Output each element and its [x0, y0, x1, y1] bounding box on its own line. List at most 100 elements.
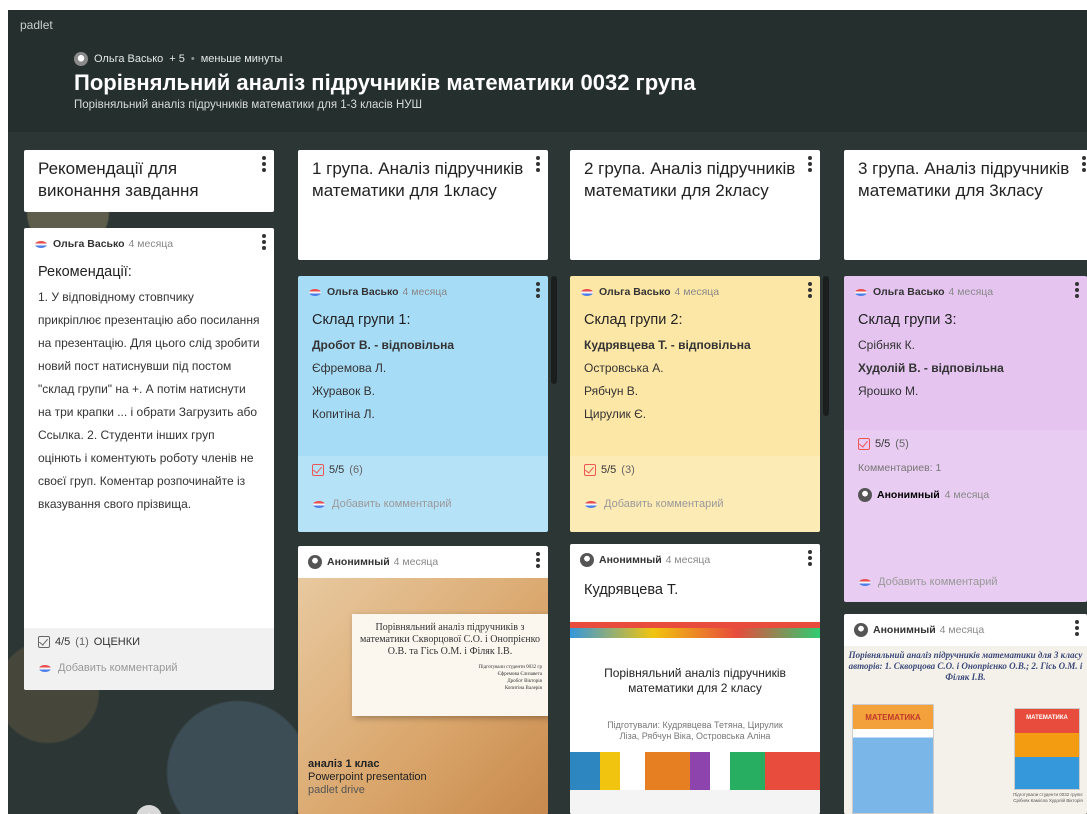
member-name: Цирулик Є. [584, 407, 647, 421]
column-header[interactable]: 3 група. Аналіз підручників математики д… [844, 150, 1087, 260]
more-options-icon[interactable] [262, 234, 266, 238]
column-title: 1 група. Аналіз підручників математики д… [312, 159, 524, 200]
post-header: Ольга Васько 4 месяца [844, 276, 1087, 300]
add-comment[interactable]: Добавить комментарий [570, 484, 820, 520]
column-group-2: 2 група. Аналіз підручників математики д… [570, 150, 820, 260]
attachment-caption: аналіз 1 клас [308, 758, 380, 770]
post-header: Ольга Васько 4 месяца [298, 276, 548, 300]
post-header: Анонимный 4 месяца [298, 546, 548, 570]
column-title: 3 група. Аналіз підручників математики д… [858, 159, 1070, 200]
board-author[interactable]: Ольга Васько [94, 53, 163, 65]
contributors-count[interactable]: + 5 [169, 53, 185, 65]
presentation-preview[interactable]: Порівняльний аналіз підручників математи… [570, 622, 820, 790]
post-author[interactable]: Ольга Васько [599, 286, 671, 298]
add-comment[interactable]: Добавить комментарий [24, 656, 274, 684]
post-time: 4 месяца [402, 286, 448, 298]
post-title: Кудрявцева Т. [584, 582, 679, 598]
author-avatar-icon [308, 286, 322, 298]
post-card-recommendations[interactable]: Ольга Васько 4 месяца Рекомендації: 1. У… [24, 228, 274, 690]
post-card-group-2[interactable]: Ольга Васько 4 месяца Склад групи 2: Куд… [570, 276, 820, 532]
author-avatar[interactable] [74, 52, 88, 66]
member-name: Кудрявцева Т. - відповільна [584, 338, 751, 352]
rating-count: (6) [349, 464, 363, 476]
member-list: Срібняк К. Худолій В. - відповільна Ярош… [844, 334, 1087, 403]
column-header[interactable]: Рекомендації для виконання завдання [24, 150, 274, 212]
post-body: 1. У відповідному стовпчику прикріплює п… [38, 290, 260, 511]
more-options-icon[interactable] [1082, 156, 1086, 160]
post-author[interactable]: Ольга Васько [327, 286, 399, 298]
more-options-icon[interactable] [536, 552, 540, 556]
column-title: Рекомендації для виконання завдання [38, 159, 199, 200]
slide-credit-line: Підготували студенти 0032 гр [478, 665, 542, 670]
post-card-group-1[interactable]: Ольга Васько 4 месяца Склад групи 1: Дро… [298, 276, 548, 532]
post-card-presentation-3[interactable]: Анонимный 4 месяца Порівняльний аналіз п… [844, 614, 1087, 814]
presentation-preview[interactable]: Порівняльний аналіз підручників математи… [844, 646, 1087, 814]
post-footer: 5/5 (5) Комментариев: 1 Анонимный 4 меся… [844, 430, 1087, 602]
rating-value: 5/5 [329, 464, 345, 476]
slide-title: Порівняльний аналіз підручників з матема… [360, 622, 540, 657]
more-options-icon[interactable] [808, 156, 812, 160]
post-card-presentation-1[interactable]: Анонимный 4 месяца Порівняльний аналіз п… [298, 546, 548, 814]
column-group-3: 3 група. Аналіз підручників математики д… [844, 150, 1087, 260]
post-card-presentation-2[interactable]: Анонимный 4 месяца Кудрявцева Т. Порівня… [570, 544, 820, 814]
more-options-icon[interactable] [536, 156, 540, 160]
post-time: 4 месяца [939, 624, 985, 636]
add-comment[interactable]: Добавить комментарий [298, 484, 548, 520]
author-avatar-icon [854, 286, 868, 298]
rating[interactable]: 5/5 (3) [570, 456, 820, 484]
post-card-group-3[interactable]: Ольга Васько 4 месяца Склад групи 3: Срі… [844, 276, 1087, 602]
rating-value: 5/5 [875, 438, 891, 450]
more-options-icon[interactable] [1075, 620, 1079, 624]
rating[interactable]: 4/5 (1) ОЦЕНКИ [24, 628, 274, 656]
post-header: Ольга Васько 4 месяца [570, 276, 820, 300]
rating-check-icon [858, 438, 870, 450]
column-header[interactable]: 1 група. Аналіз підручників математики д… [298, 150, 548, 260]
rating-check-icon [584, 464, 596, 476]
anonymous-avatar-icon [854, 623, 868, 637]
slide-border-decoration [570, 628, 820, 638]
more-options-icon[interactable] [262, 156, 266, 160]
anonymous-avatar-icon [858, 488, 872, 502]
more-options-icon[interactable] [1075, 282, 1079, 286]
post-time: 4 месяца [674, 286, 720, 298]
more-options-icon[interactable] [808, 282, 812, 286]
add-comment-label: Добавить комментарий [604, 498, 724, 510]
rating-value: 5/5 [601, 464, 617, 476]
post-title: Склад групи 2: [584, 312, 683, 328]
presentation-preview[interactable]: Порівняльний аналіз підручників з матема… [298, 578, 548, 814]
column-scrollbar[interactable] [551, 276, 557, 384]
post-author[interactable]: Ольга Васько [53, 238, 125, 250]
post-title: Склад групи 1: [312, 312, 411, 328]
comments-count[interactable]: Комментариев: 1 [844, 458, 1087, 478]
rating-count: (5) [895, 438, 909, 450]
column-header[interactable]: 2 група. Аналіз підручників математики д… [570, 150, 820, 260]
comment-author: Анонимный [877, 489, 940, 501]
more-options-icon[interactable] [808, 550, 812, 554]
slide-credit-line: Копитіна Валерія [504, 686, 542, 691]
member-name: Дробот В. - відповільна [312, 338, 455, 352]
member-name: Копитіна Л. [312, 407, 375, 421]
more-options-icon[interactable] [536, 282, 540, 286]
post-author: Анонимный [599, 554, 662, 566]
post-header: Ольга Васько 4 месяца [24, 228, 274, 252]
rating[interactable]: 5/5 (5) [844, 430, 1087, 458]
member-name: Ярошко М. [858, 384, 919, 398]
slide-credits: Підготували: Кудрявцева Тетяна, Цирулик … [607, 720, 783, 741]
attachment-info: аналіз 1 клас Powerpoint presentation pa… [308, 758, 427, 797]
author-avatar-icon [34, 238, 48, 250]
member-name: Рябчун В. [584, 384, 639, 398]
slide-title: Порівняльний аналіз підручників математи… [604, 666, 786, 695]
rating-value: 4/5 [55, 636, 71, 648]
author-avatar-icon [580, 286, 594, 298]
column-title: 2 група. Аналіз підручників математики д… [584, 159, 796, 200]
padlet-logo[interactable]: padlet [20, 18, 53, 32]
column-scrollbar[interactable] [823, 276, 829, 416]
post-author[interactable]: Ольга Васько [873, 286, 945, 298]
rating[interactable]: 5/5 (6) [298, 456, 548, 484]
post-header: Анонимный 4 месяца [844, 614, 1087, 638]
post-footer [570, 790, 820, 814]
member-name: Єфремова Л. [312, 361, 387, 375]
padlet-board: padlet Ольга Васько + 5 • меньше минуты … [8, 10, 1087, 814]
textbook-cover-1: МАТЕМАТИКА [852, 704, 934, 814]
add-comment[interactable]: Добавить комментарий [844, 570, 1011, 598]
